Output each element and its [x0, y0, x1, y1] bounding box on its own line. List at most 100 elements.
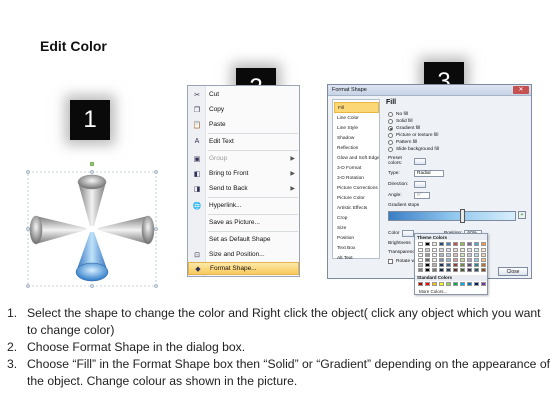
theme-color-swatch[interactable]	[446, 268, 451, 272]
color-dropdown-button[interactable]	[402, 229, 414, 237]
theme-color-swatch[interactable]	[425, 263, 430, 267]
theme-color-swatch[interactable]	[467, 258, 472, 262]
theme-color-swatch[interactable]	[481, 258, 486, 262]
theme-color-swatch[interactable]	[453, 253, 458, 257]
standard-color-swatch[interactable]	[467, 282, 472, 286]
theme-color-swatch[interactable]	[474, 258, 479, 262]
theme-color-swatch[interactable]	[474, 263, 479, 267]
nav-item-alt-text[interactable]: Alt Text	[334, 253, 379, 264]
theme-color-swatch[interactable]	[425, 253, 430, 257]
theme-color-swatch[interactable]	[474, 268, 479, 272]
theme-color-swatch[interactable]	[474, 242, 479, 246]
theme-color-swatch[interactable]	[467, 253, 472, 257]
menu-item-paste[interactable]: 📋 Paste	[188, 118, 299, 131]
theme-color-swatch[interactable]	[418, 253, 423, 257]
theme-color-swatch[interactable]	[425, 268, 430, 272]
close-button[interactable]: Close	[498, 267, 528, 276]
theme-color-swatch[interactable]	[474, 253, 479, 257]
theme-color-swatch[interactable]	[453, 242, 458, 246]
standard-color-swatch[interactable]	[432, 282, 437, 286]
radio-pattern-fill[interactable]: Pattern fill	[388, 139, 417, 146]
theme-color-swatch[interactable]	[432, 242, 437, 246]
theme-color-swatch[interactable]	[418, 248, 423, 252]
theme-color-swatch[interactable]	[467, 263, 472, 267]
theme-color-swatch[interactable]	[439, 263, 444, 267]
add-stop-icon[interactable]: +	[518, 211, 526, 219]
menu-item-bring-to-front[interactable]: ◧ Bring to Front ▶	[188, 167, 299, 180]
nav-item-fill[interactable]: Fill	[334, 102, 379, 113]
preset-colors-button[interactable]	[414, 157, 426, 165]
menu-item-format-shape[interactable]: ◆ Format Shape...	[188, 262, 299, 275]
radio-picture-fill[interactable]: Picture or texture fill	[388, 132, 438, 139]
theme-color-swatch[interactable]	[418, 242, 423, 246]
direction-button[interactable]	[414, 180, 426, 188]
menu-item-copy[interactable]: ❐ Copy	[188, 103, 299, 116]
theme-color-swatch[interactable]	[460, 268, 465, 272]
theme-color-swatch[interactable]	[453, 263, 458, 267]
standard-color-swatch[interactable]	[453, 282, 458, 286]
theme-color-swatch[interactable]	[481, 248, 486, 252]
radio-slide-bg-fill[interactable]: Slide background fill	[388, 146, 439, 153]
radio-gradient-fill[interactable]: Gradient fill	[388, 125, 420, 132]
standard-color-swatch[interactable]	[481, 282, 486, 286]
theme-color-swatch[interactable]	[481, 242, 486, 246]
theme-color-swatch[interactable]	[418, 258, 423, 262]
theme-color-swatch[interactable]	[432, 268, 437, 272]
radio-solid-fill[interactable]: Solid fill	[388, 118, 413, 125]
theme-color-swatch[interactable]	[481, 263, 486, 267]
theme-color-swatch[interactable]	[453, 268, 458, 272]
more-colors-link[interactable]: More Colors...	[419, 289, 447, 294]
menu-item-size-position[interactable]: ⊡ Size and Position...	[188, 248, 299, 261]
close-icon[interactable]: ✕	[513, 86, 529, 94]
standard-color-swatch[interactable]	[460, 282, 465, 286]
theme-color-swatch[interactable]	[439, 253, 444, 257]
theme-color-swatch[interactable]	[439, 248, 444, 252]
rotate-checkbox[interactable]	[388, 258, 393, 264]
theme-color-swatch[interactable]	[453, 248, 458, 252]
theme-color-swatch[interactable]	[460, 258, 465, 262]
theme-color-swatch[interactable]	[432, 253, 437, 257]
menu-item-set-default-shape[interactable]: Set as Default Shape	[188, 233, 299, 246]
menu-item-group[interactable]: ▣ Group ▶	[188, 152, 299, 165]
standard-color-swatch[interactable]	[439, 282, 444, 286]
theme-color-swatch[interactable]	[446, 253, 451, 257]
theme-color-swatch[interactable]	[446, 242, 451, 246]
theme-color-swatch[interactable]	[439, 258, 444, 262]
theme-color-swatch[interactable]	[481, 268, 486, 272]
theme-color-swatch[interactable]	[446, 248, 451, 252]
theme-color-swatch[interactable]	[432, 258, 437, 262]
theme-color-swatch[interactable]	[467, 268, 472, 272]
menu-item-edit-text[interactable]: A Edit Text	[188, 135, 299, 148]
theme-color-swatch[interactable]	[474, 248, 479, 252]
theme-color-swatch[interactable]	[432, 263, 437, 267]
standard-color-swatch[interactable]	[418, 282, 423, 286]
radio-no-fill[interactable]: No fill	[388, 111, 408, 118]
shape-illustration[interactable]	[24, 160, 164, 292]
theme-color-swatch[interactable]	[481, 253, 486, 257]
angle-input[interactable]: 0°	[414, 191, 430, 199]
theme-color-swatch[interactable]	[439, 242, 444, 246]
theme-color-swatch[interactable]	[467, 248, 472, 252]
menu-item-hyperlink[interactable]: 🌐 Hyperlink...	[188, 199, 299, 212]
theme-color-swatch[interactable]	[460, 248, 465, 252]
theme-color-swatch[interactable]	[460, 263, 465, 267]
theme-color-swatch[interactable]	[446, 258, 451, 262]
theme-color-swatch[interactable]	[418, 268, 423, 272]
theme-color-swatch[interactable]	[432, 248, 437, 252]
theme-color-swatch[interactable]	[425, 242, 430, 246]
theme-color-swatch[interactable]	[439, 268, 444, 272]
theme-color-swatch[interactable]	[425, 248, 430, 252]
theme-color-swatch[interactable]	[453, 258, 458, 262]
theme-color-swatch[interactable]	[460, 253, 465, 257]
theme-color-swatch[interactable]	[467, 242, 472, 246]
gradient-stop-handle[interactable]	[460, 209, 465, 223]
theme-color-swatch[interactable]	[446, 263, 451, 267]
gradient-bar[interactable]	[388, 211, 516, 221]
standard-color-swatch[interactable]	[446, 282, 451, 286]
menu-item-send-to-back[interactable]: ◨ Send to Back ▶	[188, 182, 299, 195]
theme-color-swatch[interactable]	[418, 263, 423, 267]
standard-color-swatch[interactable]	[474, 282, 479, 286]
theme-color-swatch[interactable]	[460, 242, 465, 246]
menu-item-cut[interactable]: ✂ Cut	[188, 88, 299, 101]
standard-color-swatch[interactable]	[425, 282, 430, 286]
